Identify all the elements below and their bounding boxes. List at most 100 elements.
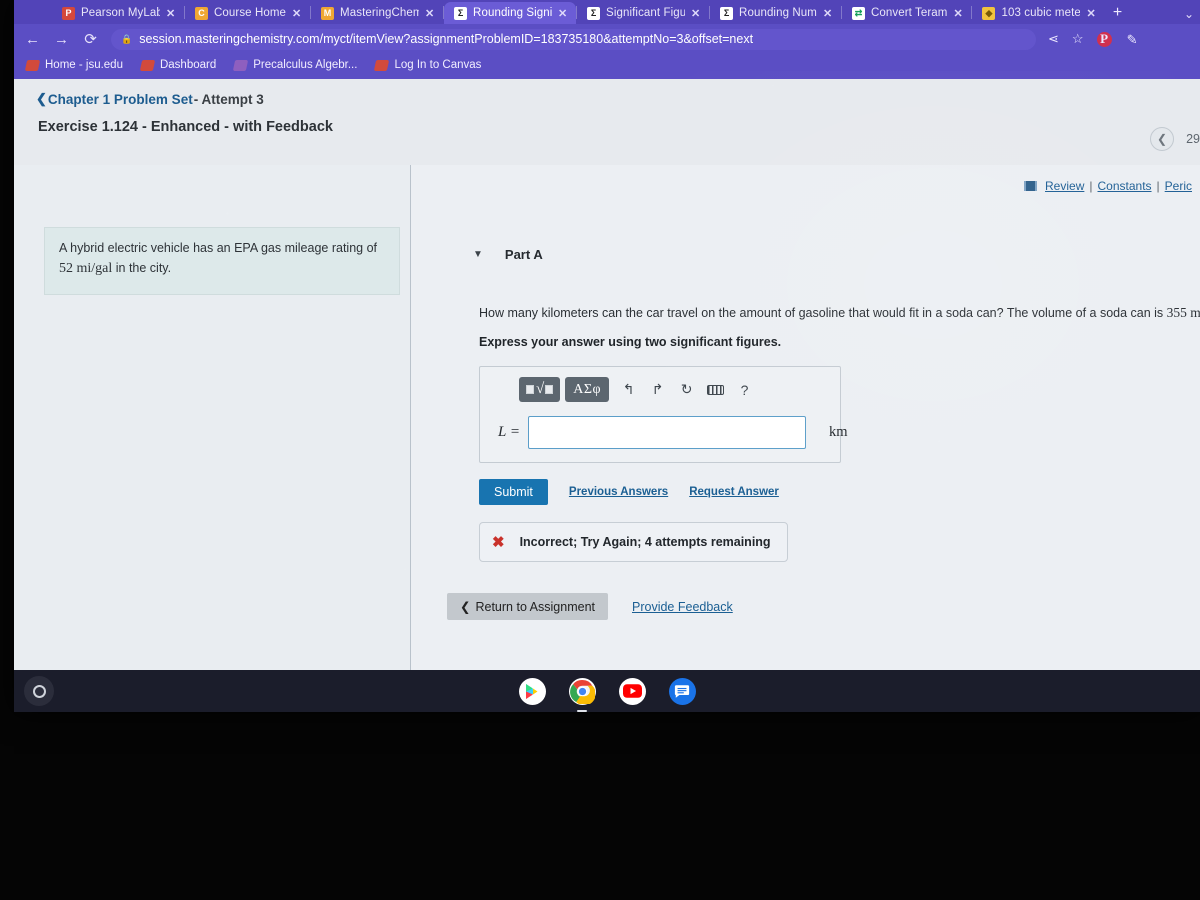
tab-title: Convert Teram xyxy=(870,7,948,19)
link-separator: | xyxy=(1156,179,1160,193)
return-to-assignment-button[interactable]: ❮ Return to Assignment xyxy=(447,593,608,621)
bookmark-label: Dashboard xyxy=(159,59,217,71)
canvas-icon xyxy=(24,59,41,71)
close-icon[interactable]: ✕ xyxy=(166,7,176,20)
pearson-icon: P xyxy=(62,6,75,20)
feedback-message: Incorrect; Try Again; 4 attempts remaini… xyxy=(519,535,771,550)
placeholder-box-icon xyxy=(526,385,534,395)
question-text: How many kilometers can the car travel o… xyxy=(479,303,1200,323)
problem-statement-panel: A hybrid electric vehicle has an EPA gas… xyxy=(14,165,411,670)
chrome-icon[interactable] xyxy=(568,677,596,712)
bookmark-item[interactable]: Log In to Canvas xyxy=(374,59,482,71)
previous-problem-button[interactable]: ❮ xyxy=(1150,127,1174,151)
browser-tab[interactable]: Σ Rounding Num ✕ xyxy=(710,2,841,24)
redo-icon[interactable]: ↱ xyxy=(643,378,672,402)
youtube-icon[interactable] xyxy=(618,677,646,705)
action-row: Submit Previous Answers Request Answer xyxy=(479,479,1188,506)
convert-icon: ⇄ xyxy=(851,6,865,20)
bookmark-item[interactable]: Dashboard xyxy=(139,59,217,71)
placeholder-box-icon xyxy=(545,385,554,395)
reset-icon[interactable]: ↻ xyxy=(672,378,701,402)
tab-title: Rounding Num xyxy=(739,7,817,19)
browser-tab[interactable]: C Course Home ✕ xyxy=(185,2,310,24)
answer-input[interactable] xyxy=(528,416,806,450)
statement-text-line2: in the city. xyxy=(112,261,172,276)
tab-strip: P Pearson MyLab ✕ C Course Home ✕ M Mast… xyxy=(14,0,1200,24)
bookmark-label: Log In to Canvas xyxy=(394,59,482,71)
periodic-table-link[interactable]: Peric xyxy=(1165,179,1192,193)
bookmark-star-icon[interactable]: ☆ xyxy=(1072,31,1084,47)
breadcrumb-link[interactable]: Chapter 1 Problem Set xyxy=(48,92,193,107)
close-icon[interactable]: ✕ xyxy=(953,7,963,20)
tab-title: Pearson MyLab xyxy=(81,7,160,19)
page-content: ❮ Chapter 1 Problem Set - Attempt 3 Exer… xyxy=(14,79,1200,670)
browser-tab-active[interactable]: Σ Rounding Signi ✕ xyxy=(444,2,577,24)
return-label: Return to Assignment xyxy=(475,599,595,614)
submit-button[interactable]: Submit xyxy=(479,479,548,506)
browser-tab[interactable]: M MasteringChem ✕ xyxy=(311,2,443,24)
chevron-down-icon[interactable]: ⌄ xyxy=(1184,7,1194,21)
greek-label: ΑΣφ xyxy=(573,381,602,397)
answer-panel: Review | Constants | Peric ❮ 29 ▼ Part A xyxy=(411,127,1200,670)
caret-down-icon[interactable]: ▼ xyxy=(473,249,483,260)
browser-tab[interactable]: ⇄ Convert Teram ✕ xyxy=(842,2,972,24)
breadcrumb[interactable]: ❮ Chapter 1 Problem Set - Attempt 3 xyxy=(14,79,1200,107)
bookmark-item[interactable]: Precalculus Algebr... xyxy=(233,59,357,71)
chevron-left-icon: ❮ xyxy=(36,91,47,106)
question-text-main: How many kilometers can the car travel o… xyxy=(479,306,1167,320)
review-link[interactable]: Review xyxy=(1045,179,1084,193)
forward-icon[interactable]: → xyxy=(53,31,70,48)
launcher-button[interactable] xyxy=(24,676,54,706)
previous-answers-link[interactable]: Previous Answers xyxy=(569,486,668,498)
play-store-icon[interactable] xyxy=(518,677,546,705)
constants-link[interactable]: Constants xyxy=(1098,179,1152,193)
pinterest-extension-icon[interactable]: P xyxy=(1096,31,1112,47)
question-body: How many kilometers can the car travel o… xyxy=(447,303,1200,621)
undo-icon[interactable]: ↰ xyxy=(614,378,643,402)
tab-title: Rounding Signi xyxy=(473,7,553,19)
share-icon[interactable]: ⋖ xyxy=(1048,31,1059,47)
bottom-actions: ❮ Return to Assignment Provide Feedback xyxy=(447,593,1188,621)
close-icon[interactable]: ✕ xyxy=(558,7,568,20)
close-icon[interactable]: ✕ xyxy=(691,7,701,20)
provide-feedback-link[interactable]: Provide Feedback xyxy=(632,600,733,614)
sigma-icon: Σ xyxy=(587,6,601,20)
lock-icon: 🔒 xyxy=(121,33,133,44)
mastering-icon: M xyxy=(321,6,335,20)
x-mark-icon: ✖ xyxy=(492,534,505,552)
address-bar[interactable]: 🔒 session.masteringchemistry.com/myct/it… xyxy=(111,28,1036,50)
close-icon[interactable]: ✕ xyxy=(823,7,833,20)
chrome-browser-window: P Pearson MyLab ✕ C Course Home ✕ M Mast… xyxy=(14,0,1200,670)
tab-title: MasteringChem xyxy=(340,7,420,19)
reload-icon[interactable]: ⟳ xyxy=(82,30,99,48)
chevron-left-icon: ❮ xyxy=(460,600,471,615)
messages-icon[interactable] xyxy=(668,677,696,705)
browser-tab[interactable]: P Pearson MyLab ✕ xyxy=(52,2,184,24)
greek-symbols-button[interactable]: ΑΣφ xyxy=(565,377,610,403)
back-icon[interactable]: ← xyxy=(24,31,41,48)
math-template-button[interactable]: √ xyxy=(519,377,561,403)
help-icon[interactable]: ? xyxy=(730,378,759,402)
new-tab-button[interactable]: + xyxy=(1104,2,1130,24)
variable-label: L = xyxy=(498,424,520,441)
close-icon[interactable]: ✕ xyxy=(292,7,302,20)
tab-title: 103 cubic mete xyxy=(1001,7,1081,19)
close-icon[interactable]: ✕ xyxy=(425,7,435,20)
browser-tab[interactable]: ◆ 103 cubic mete ✕ xyxy=(972,2,1104,24)
extension-icon[interactable]: ✎ xyxy=(1125,32,1140,47)
tab-title: Significant Figu xyxy=(606,7,686,19)
part-header[interactable]: ▼ Part A xyxy=(473,247,543,262)
browser-tab[interactable]: Σ Significant Figu ✕ xyxy=(577,2,709,24)
feedback-banner: ✖ Incorrect; Try Again; 4 attempts remai… xyxy=(479,522,788,563)
bookmark-item[interactable]: Home - jsu.edu xyxy=(24,59,123,71)
bulb-icon: ◆ xyxy=(982,6,996,20)
request-answer-link[interactable]: Request Answer xyxy=(689,486,779,498)
keyboard-icon[interactable] xyxy=(701,378,730,402)
app-icon xyxy=(233,59,249,71)
exercise-body: A hybrid electric vehicle has an EPA gas… xyxy=(14,127,1200,670)
sigma-icon: Σ xyxy=(454,6,468,20)
problem-counter: 29 xyxy=(1186,132,1200,146)
book-icon xyxy=(1024,181,1038,191)
close-icon[interactable]: ✕ xyxy=(1086,7,1096,20)
tab-title: Course Home xyxy=(214,7,287,19)
